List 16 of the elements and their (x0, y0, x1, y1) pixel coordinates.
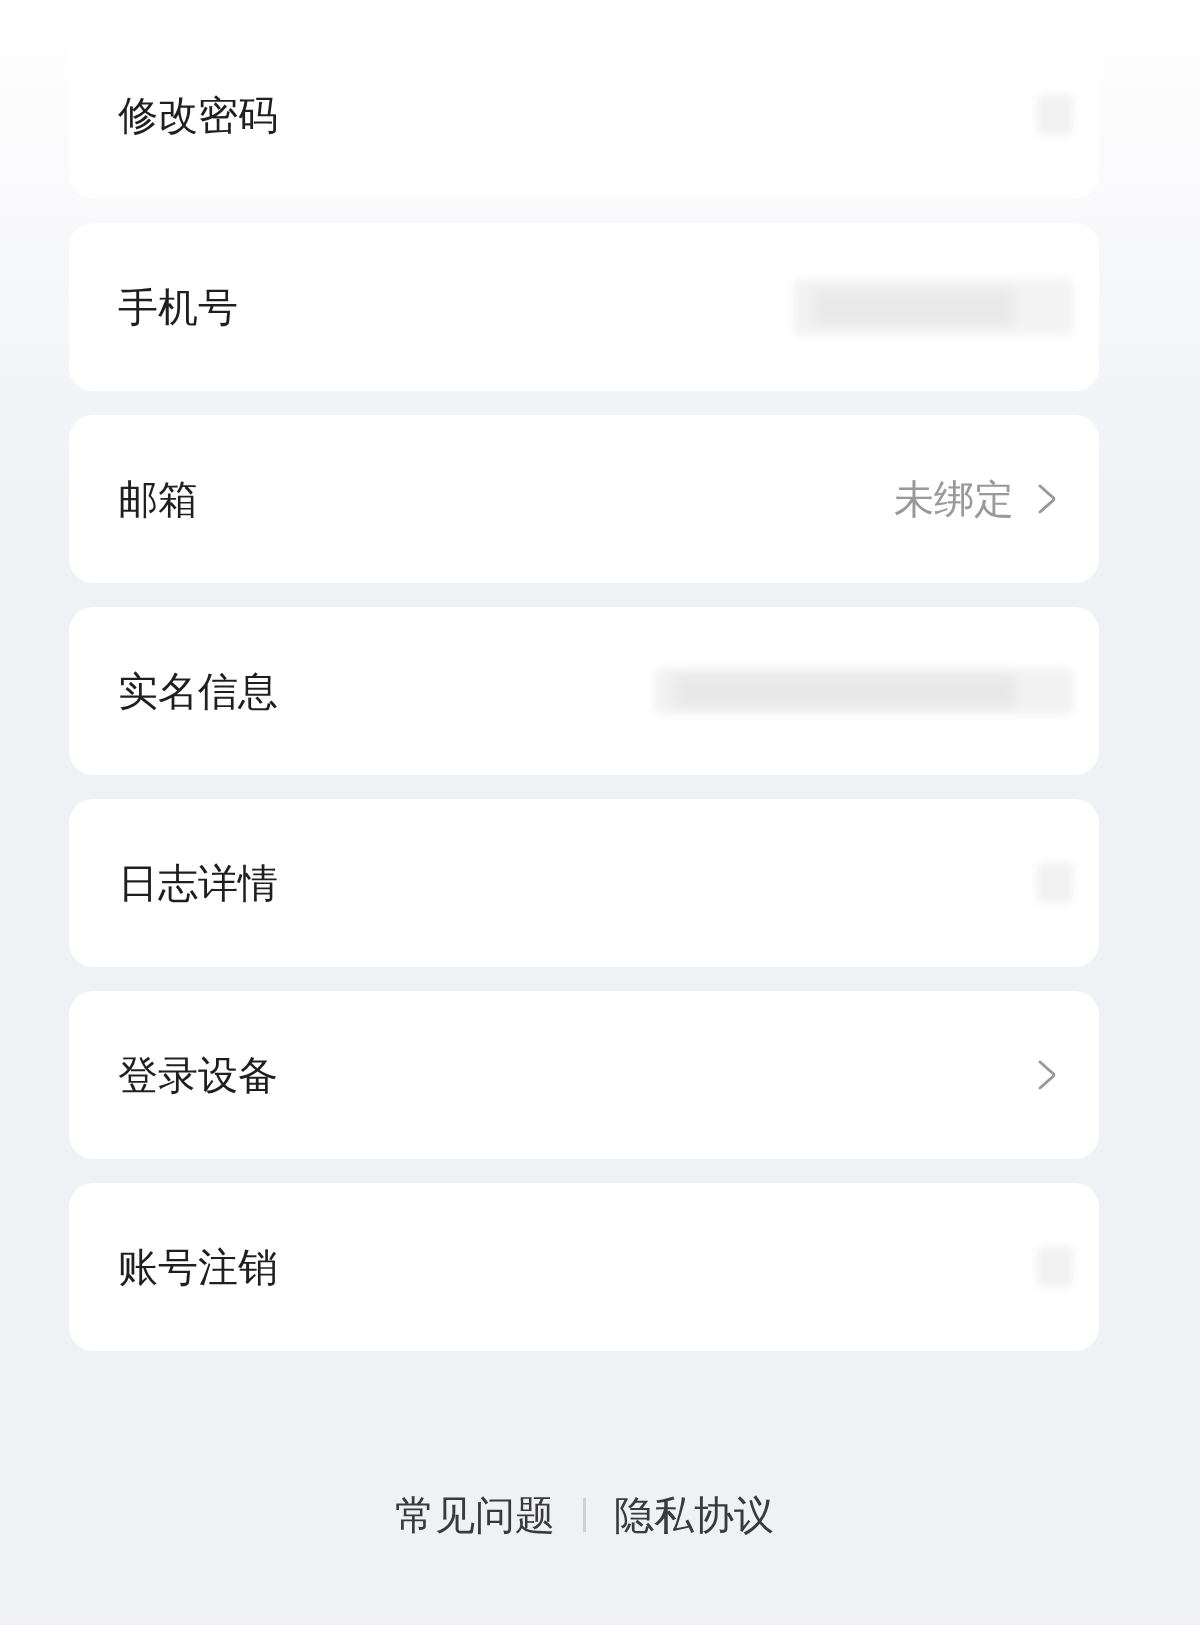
row-label: 修改密码 (118, 91, 278, 139)
row-label: 登录设备 (118, 1051, 278, 1099)
settings-row[interactable]: 登录设备 (69, 991, 1099, 1159)
row-label: 实名信息 (118, 667, 278, 715)
settings-row[interactable]: 实名信息 (69, 607, 1099, 775)
footer-link[interactable]: 常见问题 (394, 1491, 555, 1539)
row-label: 账号注销 (118, 1243, 278, 1291)
row-value: 未绑定 (894, 475, 1014, 523)
row-label: 日志详情 (118, 859, 278, 907)
settings-row[interactable]: 邮箱 未绑定 (69, 415, 1099, 583)
row-label: 邮箱 (118, 475, 198, 523)
settings-row[interactable]: 日志详情 (69, 799, 1099, 967)
footer-link[interactable]: 隐私协议 (613, 1491, 774, 1539)
settings-row[interactable]: 手机号 (69, 223, 1099, 391)
row-label: 手机号 (118, 283, 238, 331)
settings-row[interactable]: 账号注销 (69, 1183, 1099, 1351)
